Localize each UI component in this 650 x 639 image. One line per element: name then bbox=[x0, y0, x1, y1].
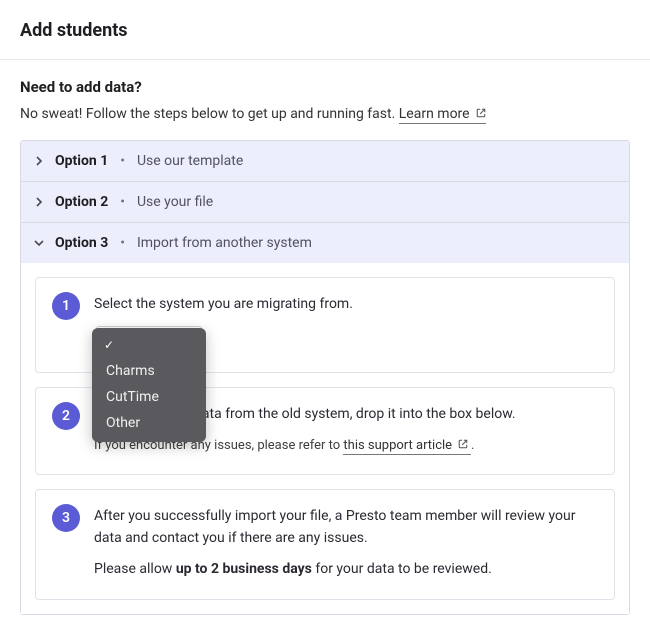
system-dropdown: ✓ Charms CutTime Other bbox=[92, 328, 206, 442]
page-title: Add students bbox=[0, 0, 650, 59]
accordion-header-option2[interactable]: Option 2 • Use your file bbox=[21, 182, 629, 222]
support-article-link[interactable]: this support article bbox=[343, 438, 471, 455]
step3-allow-suffix: for your data to be reviewed. bbox=[315, 561, 491, 577]
option1-desc: Use our template bbox=[137, 153, 243, 169]
step-badge-1: 1 bbox=[52, 292, 80, 320]
bullet-sep: • bbox=[120, 153, 125, 169]
learn-more-link[interactable]: Learn more bbox=[399, 106, 486, 124]
support-article-label: this support article bbox=[343, 438, 452, 453]
options-accordion: Option 1 • Use our template Option 2 • U… bbox=[20, 140, 630, 615]
accordion-item-option2: Option 2 • Use your file bbox=[21, 181, 629, 222]
step-badge-2: 2 bbox=[52, 402, 80, 430]
step2-sub-suffix: . bbox=[471, 438, 474, 453]
option2-desc: Use your file bbox=[137, 194, 213, 210]
intro-text: No sweat! Follow the steps below to get … bbox=[20, 106, 630, 122]
step3-copy: After you successfully import your file,… bbox=[94, 506, 598, 549]
section-heading: Need to add data? bbox=[20, 78, 630, 96]
intro-copy: No sweat! Follow the steps below to get … bbox=[20, 106, 399, 122]
step1-copy: Select the system you are migrating from… bbox=[94, 294, 598, 316]
chevron-right-icon bbox=[33, 155, 45, 167]
accordion-body-option3: 1 Select the system you are migrating fr… bbox=[21, 263, 629, 614]
external-link-icon bbox=[476, 108, 486, 121]
check-icon: ✓ bbox=[104, 338, 114, 352]
chevron-down-icon bbox=[33, 237, 45, 249]
option3-desc: Import from another system bbox=[137, 235, 312, 251]
step-card-3: 3 After you successfully import your fil… bbox=[35, 489, 615, 600]
step3-allow-bold: up to 2 business days bbox=[176, 561, 312, 577]
content-area: Need to add data? No sweat! Follow the s… bbox=[0, 60, 650, 639]
accordion-header-option3[interactable]: Option 3 • Import from another system bbox=[21, 223, 629, 263]
bullet-sep: • bbox=[120, 235, 125, 251]
learn-more-label: Learn more bbox=[399, 106, 470, 122]
step1-text: Select the system you are migrating from… bbox=[94, 294, 598, 316]
step-card-1: 1 Select the system you are migrating fr… bbox=[35, 277, 615, 373]
dropdown-option-other[interactable]: Other bbox=[92, 410, 206, 436]
accordion-header-option1[interactable]: Option 1 • Use our template bbox=[21, 141, 629, 181]
step-badge-3: 3 bbox=[52, 504, 80, 532]
accordion-item-option1: Option 1 • Use our template bbox=[21, 141, 629, 181]
bullet-sep: • bbox=[120, 194, 125, 210]
step3-allow: Please allow up to 2 business days for y… bbox=[94, 559, 598, 581]
option2-label: Option 2 bbox=[55, 194, 108, 210]
dropdown-selected-blank[interactable]: ✓ bbox=[92, 334, 206, 358]
dropdown-option-cuttime[interactable]: CutTime bbox=[92, 384, 206, 410]
accordion-item-option3: Option 3 • Import from another system 1 … bbox=[21, 222, 629, 614]
step3-allow-prefix: Please allow bbox=[94, 561, 176, 577]
external-link-icon bbox=[458, 439, 471, 452]
option3-label: Option 3 bbox=[55, 235, 108, 251]
step3-text: After you successfully import your file,… bbox=[94, 506, 598, 581]
chevron-right-icon bbox=[33, 196, 45, 208]
option1-label: Option 1 bbox=[55, 153, 108, 169]
dropdown-option-charms[interactable]: Charms bbox=[92, 358, 206, 384]
